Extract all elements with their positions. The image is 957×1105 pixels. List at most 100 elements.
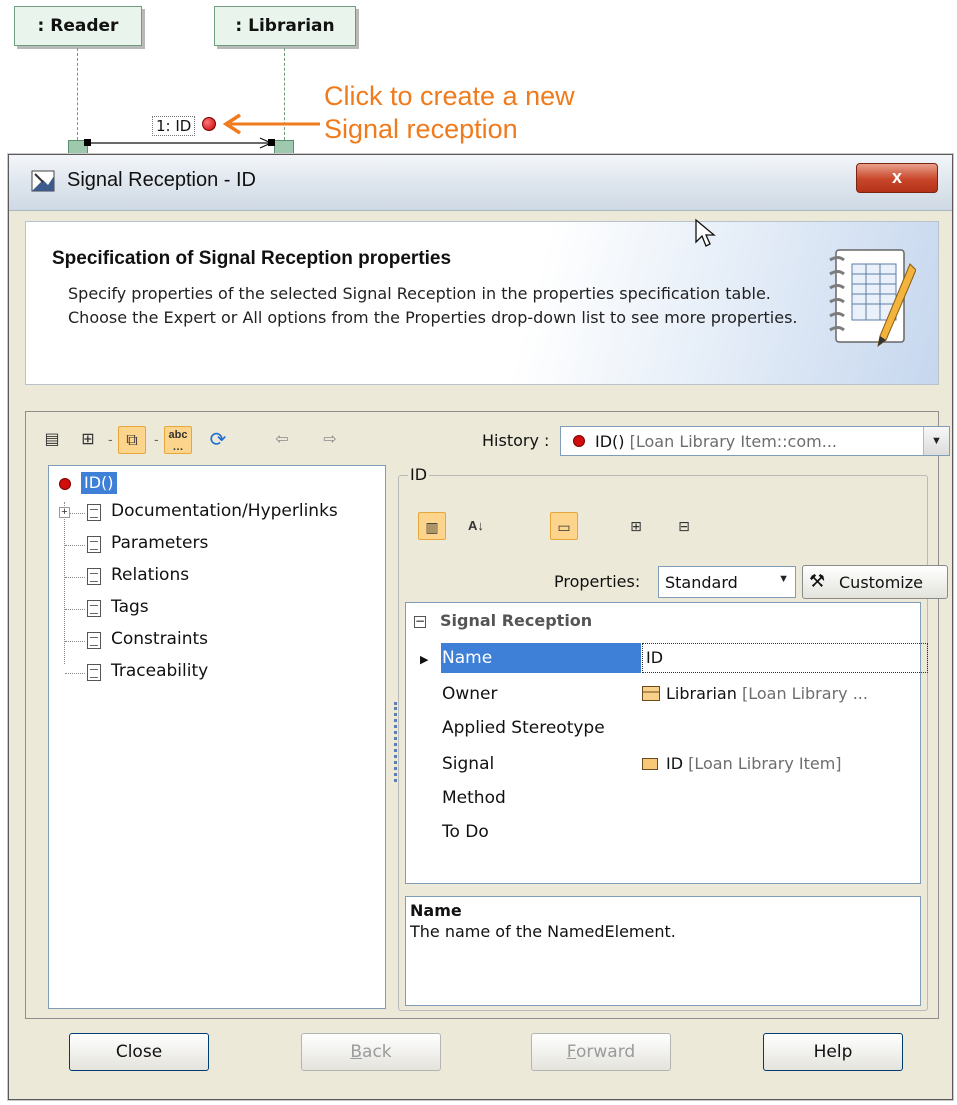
property-name: Method xyxy=(442,788,506,808)
categorized-view-icon[interactable]: ▥ xyxy=(418,512,446,540)
tree-item-parameters[interactable]: Parameters xyxy=(59,532,379,558)
forward-arrow-icon[interactable]: ⇨ xyxy=(316,426,344,454)
signal-reception-icon xyxy=(59,478,71,490)
callout-text: Click to create a new Signal reception xyxy=(324,80,575,146)
lifeline-reader-label: : Reader xyxy=(37,16,119,36)
property-row-signal[interactable]: Signal ID [Loan Library Item] xyxy=(406,749,922,783)
tree-item-constraints[interactable]: Constraints xyxy=(59,628,379,654)
back-button[interactable]: Back xyxy=(301,1033,441,1071)
signal-reception-dot[interactable] xyxy=(202,117,216,131)
collapse-minus-icon[interactable]: − xyxy=(414,615,426,628)
page-icon xyxy=(87,504,101,521)
tree-item-label: Traceability xyxy=(111,661,209,681)
tree-item-tags[interactable]: Tags xyxy=(59,596,379,622)
close-window-button[interactable]: x xyxy=(856,163,938,193)
toolbar-separator: - xyxy=(108,431,113,447)
page-icon xyxy=(87,664,101,681)
callout-arrow-icon xyxy=(222,113,320,135)
nested-elements-icon[interactable]: ⧉ xyxy=(118,426,146,454)
tree-item-documentation[interactable]: + Documentation/Hyperlinks xyxy=(59,500,379,526)
expand-plus-icon[interactable]: + xyxy=(59,507,70,518)
tree-item-relations[interactable]: Relations xyxy=(59,564,379,590)
tree-item-label: Documentation/Hyperlinks xyxy=(111,501,338,521)
category-signal-reception[interactable]: − Signal Reception xyxy=(414,611,592,630)
tree-item-traceability[interactable]: Traceability xyxy=(59,660,379,686)
history-dropdown[interactable]: ID() [Loan Library Item::com... ▼ xyxy=(560,426,950,456)
property-name: Applied Stereotype xyxy=(442,718,605,738)
tree-item-label: Relations xyxy=(111,565,190,585)
lifeline-librarian-label: : Librarian xyxy=(235,16,335,36)
specification-notebook-icon xyxy=(829,249,916,348)
history-value: ID() [Loan Library Item::com... xyxy=(595,432,837,451)
lifeline-librarian[interactable]: : Librarian xyxy=(214,6,356,46)
specification-tree: ID() + Documentation/Hyperlinks Paramete… xyxy=(48,465,386,1009)
property-description-box: Name The name of the NamedElement. xyxy=(405,896,921,1006)
title-bar[interactable]: Signal Reception - ID x xyxy=(9,155,952,211)
back-arrow-icon[interactable]: ⇦ xyxy=(268,426,296,454)
message-arrow[interactable] xyxy=(84,136,284,150)
customize-label: Customize xyxy=(839,573,923,592)
tree-item-label: Constraints xyxy=(111,629,208,649)
class-icon xyxy=(642,686,660,701)
collapse-all-icon[interactable]: ⊟ xyxy=(670,512,698,540)
chevron-down-icon[interactable]: ▼ xyxy=(923,427,949,455)
property-name: Owner xyxy=(442,684,498,704)
property-row-owner[interactable]: Owner Librarian [Loan Library ... xyxy=(406,679,922,713)
name-value-field[interactable] xyxy=(642,643,928,673)
expand-all-icon[interactable]: ⊞ xyxy=(622,512,650,540)
branch-line xyxy=(65,545,85,546)
branch-line xyxy=(65,609,85,610)
property-name: Signal xyxy=(442,754,495,774)
lifeline-reader[interactable]: : Reader xyxy=(14,6,142,46)
tools-icon: ⚒ xyxy=(809,571,826,592)
signal-reception-icon xyxy=(573,435,585,447)
category-label: Signal Reception xyxy=(440,611,593,630)
branch-line xyxy=(65,641,85,642)
property-value: ID xyxy=(646,648,664,667)
properties-mode-dropdown[interactable]: Standard ▼ xyxy=(658,566,796,598)
message-label[interactable]: 1: ID xyxy=(152,116,196,136)
properties-table: − Signal Reception ▶ Name ID Owner Librar… xyxy=(405,602,928,884)
property-row-name[interactable]: ▶ Name ID xyxy=(406,643,928,677)
tree-item-label: Parameters xyxy=(111,533,209,553)
spelling-check-icon[interactable]: abc… xyxy=(164,426,192,454)
chevron-down-icon: ▼ xyxy=(778,573,789,585)
toolbar-separator: - xyxy=(154,431,159,447)
history-label: History : xyxy=(482,431,550,450)
description-pane-icon[interactable]: ▭ xyxy=(550,512,578,540)
callout-line-2: Signal reception xyxy=(324,114,518,144)
sort-alphabetically-icon[interactable]: A↓ xyxy=(462,512,490,540)
tree-item-label: Tags xyxy=(111,597,149,617)
tree-view-icon[interactable]: ⊞ xyxy=(74,426,102,454)
window-title: Signal Reception - ID xyxy=(67,169,256,191)
property-row-to-do[interactable]: To Do xyxy=(406,817,922,851)
help-button[interactable]: Help xyxy=(763,1033,903,1071)
current-row-marker-icon: ▶ xyxy=(420,654,429,666)
customize-button[interactable]: ⚒ Customize xyxy=(802,565,948,599)
group-title: ID xyxy=(408,465,430,484)
callout-line-1: Click to create a new xyxy=(324,81,575,111)
header-description: Specify properties of the selected Signa… xyxy=(68,284,798,327)
property-name: To Do xyxy=(442,822,489,842)
tree-root-label: ID() xyxy=(81,472,117,494)
forward-button[interactable]: Forward xyxy=(531,1033,671,1071)
close-button[interactable]: Close xyxy=(69,1033,209,1071)
spec-window-icon xyxy=(31,170,55,192)
refresh-icon[interactable]: ⟳ xyxy=(204,426,232,454)
signal-reception-dialog: Signal Reception - ID x Specification of… xyxy=(8,154,953,1100)
description-title: Name xyxy=(410,901,462,920)
property-value: ID [Loan Library Item] xyxy=(642,749,842,779)
lifeline-reader-line xyxy=(77,48,78,140)
properties-label: Properties: xyxy=(554,572,641,591)
page-icon xyxy=(87,568,101,585)
property-value: Librarian [Loan Library ... xyxy=(642,679,868,709)
branch-line xyxy=(65,673,85,674)
signal-icon xyxy=(642,758,658,770)
property-name: Name xyxy=(441,643,641,673)
page-icon xyxy=(87,632,101,649)
property-row-applied-stereotype[interactable]: Applied Stereotype xyxy=(406,713,922,747)
property-row-method[interactable]: Method xyxy=(406,783,922,817)
close-icon: x xyxy=(891,167,902,187)
split-pane-divider[interactable] xyxy=(394,702,397,782)
table-view-icon[interactable]: ▤ xyxy=(38,426,66,454)
